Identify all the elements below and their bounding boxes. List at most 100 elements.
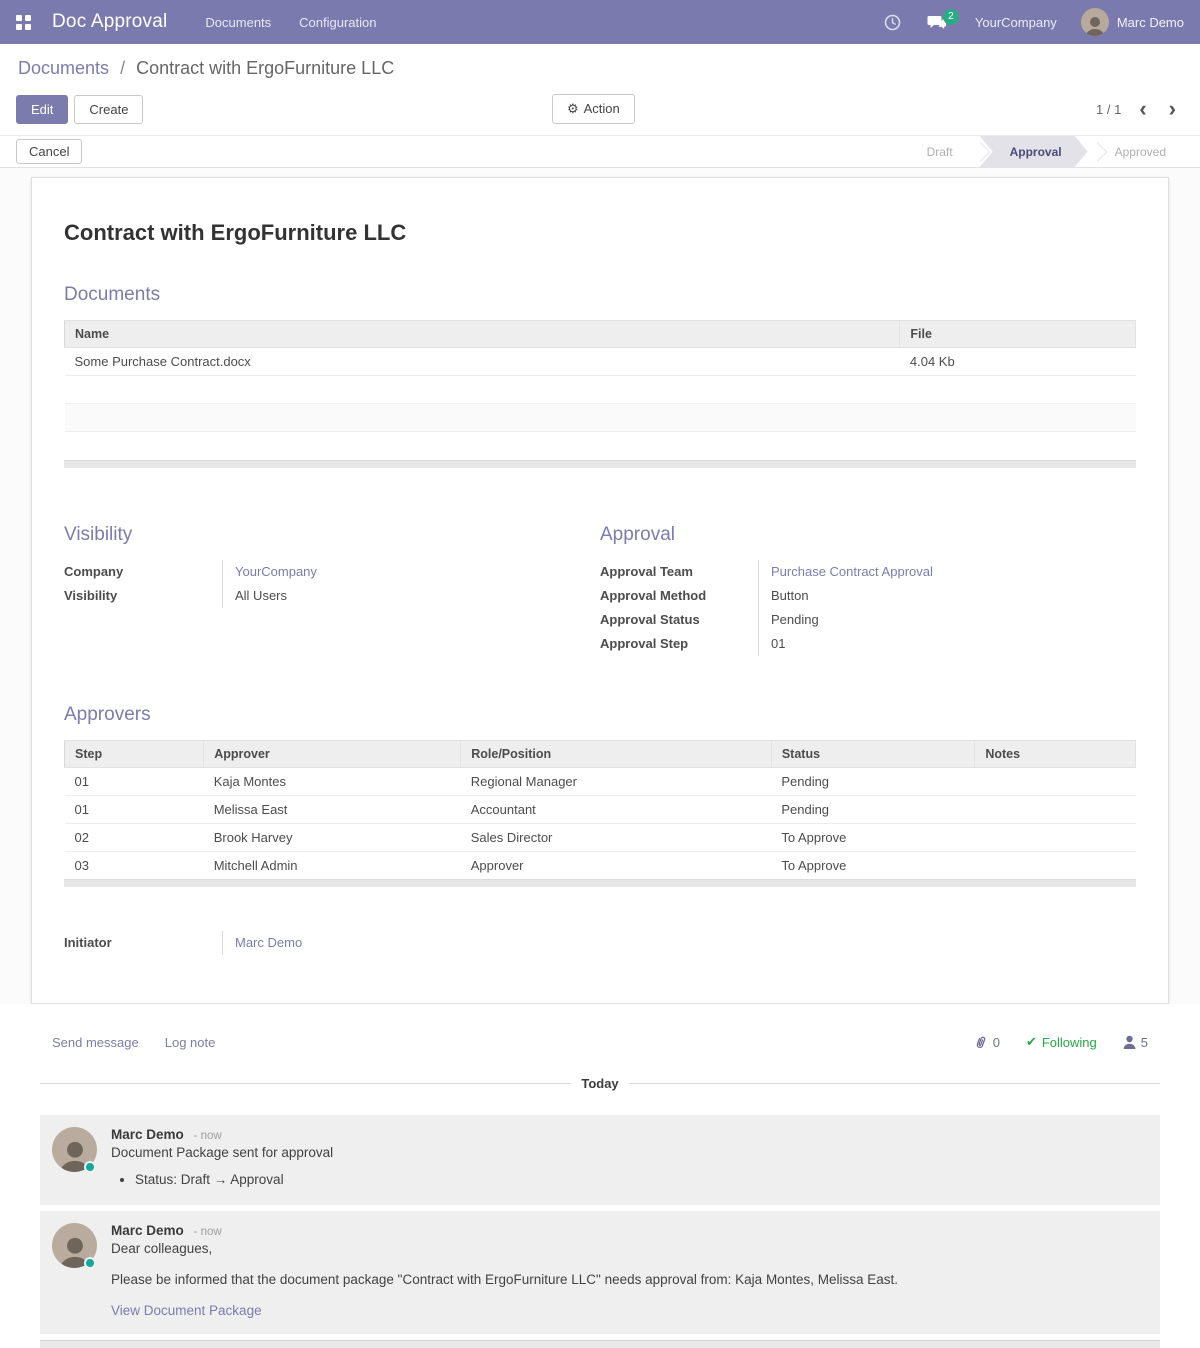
online-status-dot xyxy=(84,1257,96,1269)
message-body: Please be informed that the document pac… xyxy=(111,1272,1146,1287)
approval-group: Approval Approval Team Purchase Contract… xyxy=(600,524,1136,656)
approver-notes xyxy=(975,795,1136,823)
breadcrumb-documents-link[interactable]: Documents xyxy=(18,58,109,78)
approver-name: Kaja Montes xyxy=(204,767,461,795)
approvers-col-role[interactable]: Role/Position xyxy=(461,740,772,767)
approver-row[interactable]: 02 Brook Harvey Sales Director To Approv… xyxy=(65,823,1136,851)
initiator-label: Initiator xyxy=(64,931,222,955)
message-item: Marc Demo - now Dear colleagues, Please … xyxy=(40,1211,1160,1334)
approval-method-value: Button xyxy=(758,584,1096,608)
approver-step: 01 xyxy=(65,767,204,795)
empty-row xyxy=(65,376,1136,404)
approval-team-label: Approval Team xyxy=(600,560,758,584)
pager-previous-icon[interactable]: ‹ xyxy=(1135,99,1150,119)
following-button[interactable]: ✔ Following xyxy=(1026,1034,1097,1050)
status-step-approval[interactable]: Approval xyxy=(980,136,1088,167)
visibility-group: Visibility Company YourCompany Visibilit… xyxy=(64,524,600,656)
app-title: Doc Approval xyxy=(52,11,167,33)
form-sheet: Contract with ErgoFurniture LLC Document… xyxy=(31,177,1169,1004)
breadcrumb: Documents / Contract with ErgoFurniture … xyxy=(18,58,1184,79)
approvers-table: Step Approver Role/Position Status Notes… xyxy=(64,740,1136,880)
approver-name: Brook Harvey xyxy=(204,823,461,851)
apps-menu-button[interactable] xyxy=(0,0,46,44)
message-text: Document Package sent for approval xyxy=(111,1145,1146,1160)
documents-col-file[interactable]: File xyxy=(900,321,1136,348)
document-name: Some Purchase Contract.docx xyxy=(65,348,900,376)
visibility-section-heading: Visibility xyxy=(64,524,560,546)
create-button[interactable]: Create xyxy=(74,95,143,124)
approver-row[interactable]: 03 Mitchell Admin Approver To Approve xyxy=(65,851,1136,879)
message-author[interactable]: Marc Demo xyxy=(111,1223,184,1238)
pager-next-icon[interactable]: › xyxy=(1165,99,1180,119)
approval-step-value: 01 xyxy=(758,632,1096,656)
form-view: Contract with ErgoFurniture LLC Document… xyxy=(0,168,1200,1004)
person-icon xyxy=(1123,1035,1136,1049)
view-document-package-link[interactable]: View Document Package xyxy=(111,1303,262,1318)
attachments-count: 0 xyxy=(993,1035,1000,1050)
breadcrumb-separator: / xyxy=(120,58,125,78)
approval-team-value-link[interactable]: Purchase Contract Approval xyxy=(771,564,933,579)
user-menu[interactable]: Marc Demo xyxy=(1075,8,1190,36)
check-icon: ✔ xyxy=(1026,1034,1037,1050)
activities-button[interactable] xyxy=(874,6,911,39)
paperclip-icon xyxy=(972,1033,990,1052)
chatter: Send message Log note 0 ✔ Following 5 To… xyxy=(0,1004,1200,1348)
messages-button[interactable]: 2 xyxy=(917,6,957,39)
empty-row xyxy=(65,404,1136,432)
action-button[interactable]: ⚙Action xyxy=(552,94,635,124)
document-row[interactable]: Some Purchase Contract.docx 4.04 Kb xyxy=(65,348,1136,376)
edit-button[interactable]: Edit xyxy=(16,95,68,124)
approval-step-label: Approval Step xyxy=(600,632,758,656)
send-message-button[interactable]: Send message xyxy=(52,1035,139,1050)
approver-name: Mitchell Admin xyxy=(204,851,461,879)
approvers-col-status[interactable]: Status xyxy=(771,740,974,767)
pager: 1 / 1 ‹ › xyxy=(1096,99,1180,119)
cancel-button[interactable]: Cancel xyxy=(16,139,82,164)
approver-role: Accountant xyxy=(461,795,772,823)
followers-button[interactable]: 5 xyxy=(1123,1035,1148,1050)
step-divider xyxy=(971,136,980,167)
top-navbar: Doc Approval Documents Configuration 2 Y… xyxy=(0,0,1200,44)
approver-row[interactable]: 01 Melissa East Accountant Pending xyxy=(65,795,1136,823)
approver-status: To Approve xyxy=(771,823,974,851)
approver-row[interactable]: 01 Kaja Montes Regional Manager Pending xyxy=(65,767,1136,795)
online-status-dot xyxy=(84,1161,96,1173)
message-item: Marc Demo - now Document Package sent fo… xyxy=(40,1115,1160,1205)
approvers-col-step[interactable]: Step xyxy=(65,740,204,767)
visibility-label: Visibility xyxy=(64,584,222,608)
menu-configuration[interactable]: Configuration xyxy=(287,2,388,43)
company-switcher[interactable]: YourCompany xyxy=(963,15,1069,30)
date-divider: Today xyxy=(40,1076,1160,1091)
clock-icon xyxy=(884,14,901,31)
pager-value: 1 / 1 xyxy=(1096,102,1121,117)
message-greeting: Dear colleagues, xyxy=(111,1241,1146,1256)
status-step-draft[interactable]: Draft xyxy=(909,136,971,167)
menu-documents[interactable]: Documents xyxy=(193,2,283,43)
status-step-approved[interactable]: Approved xyxy=(1097,136,1184,167)
message-author[interactable]: Marc Demo xyxy=(111,1127,184,1142)
messages-badge: 2 xyxy=(943,9,959,25)
following-label: Following xyxy=(1042,1035,1097,1050)
status-steps: Draft Approval Approved xyxy=(909,136,1184,167)
message-status-change: Status: Draft → Approval xyxy=(135,1172,1146,1187)
message-time: - now xyxy=(194,1226,222,1238)
initiator-value-link[interactable]: Marc Demo xyxy=(235,935,302,950)
main-menu: Documents Configuration xyxy=(193,2,388,43)
approver-notes xyxy=(975,767,1136,795)
systray: 2 YourCompany Marc Demo xyxy=(874,6,1190,39)
documents-col-name[interactable]: Name xyxy=(65,321,900,348)
approver-role: Regional Manager xyxy=(461,767,772,795)
log-note-button[interactable]: Log note xyxy=(165,1035,216,1050)
company-value-link[interactable]: YourCompany xyxy=(235,564,317,579)
documents-table-footer-bar xyxy=(64,460,1136,468)
gear-icon: ⚙ xyxy=(567,101,579,116)
step-divider xyxy=(1088,136,1097,167)
approver-role: Approver xyxy=(461,851,772,879)
attachments-button[interactable]: 0 xyxy=(974,1035,1000,1050)
approver-status: Pending xyxy=(771,795,974,823)
approval-status-value: Pending xyxy=(758,608,1096,632)
approvers-col-approver[interactable]: Approver xyxy=(204,740,461,767)
approver-step: 01 xyxy=(65,795,204,823)
approvers-col-notes[interactable]: Notes xyxy=(975,740,1136,767)
approval-status-label: Approval Status xyxy=(600,608,758,632)
